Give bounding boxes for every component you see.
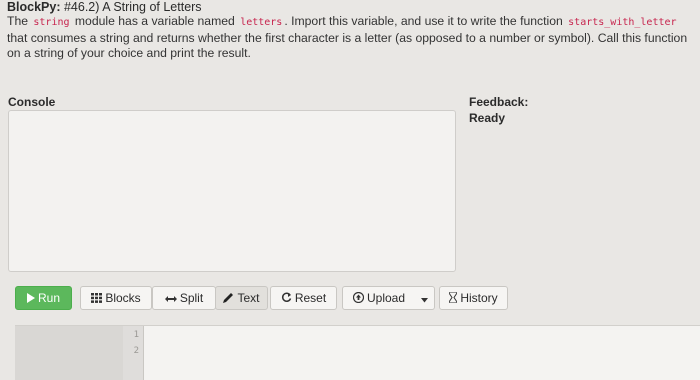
history-button-label: History bbox=[460, 291, 498, 305]
inline-code-letters: letters bbox=[240, 17, 283, 28]
blocks-button[interactable]: Blocks bbox=[80, 286, 152, 310]
reset-button-label: Reset bbox=[294, 291, 327, 305]
code-editor[interactable]: 1 2 bbox=[15, 325, 700, 380]
line-number: 1 bbox=[133, 330, 139, 340]
run-button[interactable]: Run bbox=[15, 286, 72, 310]
app-brand: BlockPy: bbox=[7, 0, 61, 14]
problem-title: #46.2) A String of Letters bbox=[60, 0, 202, 14]
caret-down-icon bbox=[420, 288, 428, 310]
instructions-text: The bbox=[7, 14, 32, 28]
grid-icon bbox=[91, 288, 103, 310]
console-output[interactable] bbox=[8, 110, 456, 272]
upload-icon bbox=[352, 288, 365, 310]
text-button-label: Text bbox=[237, 291, 260, 305]
text-button[interactable]: Text bbox=[215, 286, 268, 310]
console-label: Console bbox=[8, 95, 56, 109]
play-icon bbox=[26, 288, 35, 310]
refresh-icon bbox=[281, 288, 292, 310]
upload-button-label: Upload bbox=[366, 291, 406, 305]
blocks-button-label: Blocks bbox=[105, 291, 141, 305]
instructions-text: . Import this variable, and use it to wr… bbox=[284, 14, 567, 28]
pencil-icon bbox=[223, 288, 234, 310]
upload-button[interactable]: Upload bbox=[342, 286, 416, 310]
split-arrows-icon bbox=[164, 288, 177, 310]
history-button[interactable]: History bbox=[439, 286, 508, 310]
editor-gutter bbox=[15, 326, 123, 380]
hourglass-icon bbox=[448, 288, 458, 310]
feedback-status: Ready bbox=[469, 111, 506, 125]
instructions-text: module has a variable named bbox=[71, 14, 239, 28]
line-number-gutter: 1 2 bbox=[123, 326, 144, 380]
split-button-label: Split bbox=[179, 291, 204, 305]
feedback-label: Feedback: bbox=[469, 95, 529, 109]
inline-code-function: starts_with_letter bbox=[568, 17, 677, 28]
upload-dropdown-button[interactable] bbox=[414, 286, 435, 310]
split-button[interactable]: Split bbox=[152, 286, 216, 310]
run-button-label: Run bbox=[37, 291, 60, 305]
reset-button[interactable]: Reset bbox=[270, 286, 337, 310]
instructions-text: that consumes a string and returns wheth… bbox=[7, 30, 688, 61]
line-number: 2 bbox=[133, 346, 139, 356]
page-title: BlockPy: #46.2) A String of Letters bbox=[7, 0, 202, 15]
inline-code-string: string bbox=[33, 17, 70, 28]
problem-instructions: The string module has a variable named l… bbox=[7, 14, 695, 62]
